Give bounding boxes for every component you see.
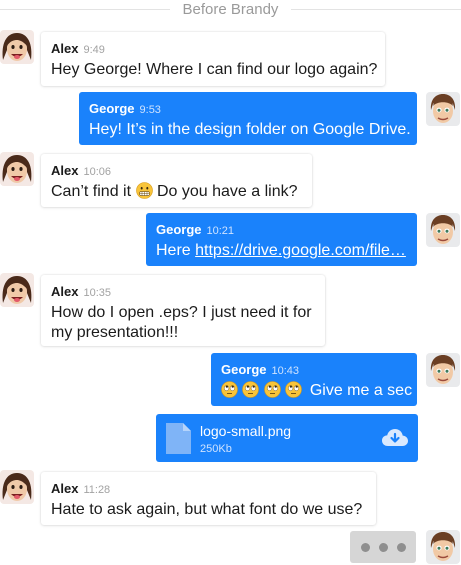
message-george-3: George 10:43 Give me a sec (211, 353, 417, 406)
message-time: 9:53 (139, 104, 161, 116)
message-george-2: George 10:21 Here https://drive.google.co… (146, 213, 417, 266)
message-author: Alex (51, 163, 79, 178)
message-alex-1: Alex 9:49 Hey George! Where I can find ou… (41, 32, 385, 86)
typing-dot (379, 543, 388, 552)
message-alex-3: Alex 10:35 How do I open .eps? I just nee… (41, 275, 325, 346)
george-avatar[interactable] (426, 353, 460, 387)
message-author: Alex (51, 41, 79, 56)
george-avatar[interactable] (426, 213, 460, 247)
file-attachment[interactable]: logo-small.png 250Kb (156, 414, 418, 462)
grimacing-emoji-icon (135, 182, 153, 199)
message-george-1: George 9:53 Hey! It’s in the design folde… (79, 92, 417, 145)
message-time: 10:21 (206, 225, 235, 237)
message-author: Alex (51, 284, 79, 299)
message-time: 10:43 (271, 365, 300, 377)
drive-link[interactable]: https://drive.google.com/file… (195, 242, 406, 259)
eye-roll-emoji-icon (221, 381, 238, 398)
message-text-part: Do you have a link? (156, 183, 298, 200)
eye-roll-emoji-icon (285, 381, 302, 398)
message-text-line: my presentation!!! (51, 324, 179, 341)
george-avatar[interactable] (426, 92, 460, 126)
message-author: Alex (51, 481, 79, 496)
cloud-download-icon[interactable] (382, 429, 408, 447)
file-icon (166, 423, 191, 454)
typing-dot (361, 543, 370, 552)
message-text-part: Give me a sec (309, 382, 413, 399)
message-text-line: How do I open .eps? I just need it for (51, 304, 312, 321)
typing-dot (397, 543, 406, 552)
message-text: Hey George! Where I can find our logo ag… (51, 61, 378, 78)
alex-avatar[interactable] (0, 470, 34, 504)
message-text-part: Here (156, 242, 196, 259)
message-author: George (156, 222, 202, 237)
alex-avatar[interactable] (0, 30, 34, 64)
typing-indicator (350, 531, 416, 563)
message-text: Can’t find it Do you have a link? (51, 182, 297, 202)
divider-line-right (291, 9, 461, 10)
george-avatar[interactable] (426, 530, 460, 564)
eye-roll-emoji-icon (242, 381, 259, 398)
message-alex-4: Alex 11:28 Hate to ask again, but what fo… (41, 472, 376, 525)
alex-avatar[interactable] (0, 152, 34, 186)
message-author: George (221, 362, 267, 377)
message-time: 10:35 (83, 287, 111, 299)
message-time: 10:06 (83, 166, 111, 178)
file-name: logo-small.png (200, 423, 292, 439)
eye-roll-emoji-icon (264, 381, 281, 398)
message-time: 11:28 (83, 484, 111, 496)
date-divider: Before Brandy (0, 0, 461, 20)
message-time: 9:49 (83, 44, 105, 56)
message-text: Hate to ask again, but what font do we u… (51, 501, 363, 518)
message-alex-2: Alex 10:06 Can’t find it Do you have a li… (41, 154, 312, 207)
message-author: George (89, 101, 135, 116)
alex-avatar[interactable] (0, 273, 34, 307)
message-text-part: Can’t find it (51, 183, 132, 200)
message-text: Here https://drive.google.com/file… (156, 241, 406, 261)
file-size: 250Kb (200, 443, 232, 455)
message-text: Hey! It’s in the design folder on Google… (89, 121, 411, 138)
message-text: Give me a sec (221, 381, 412, 401)
